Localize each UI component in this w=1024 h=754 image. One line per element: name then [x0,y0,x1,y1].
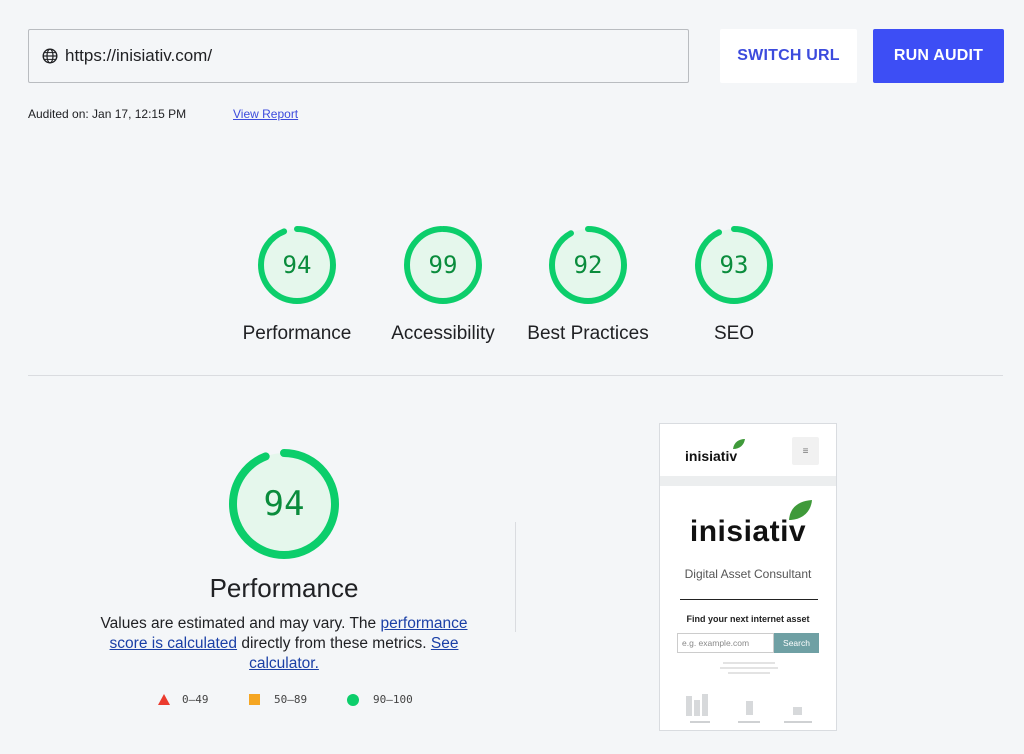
thumb-band [660,476,836,486]
switch-url-button[interactable]: SWITCH URL [720,29,857,83]
run-audit-button[interactable]: RUN AUDIT [873,29,1004,83]
thumb-text-line [720,667,778,669]
score-ring: 92 [548,225,628,305]
thumb-text-line [728,672,770,674]
thumb-phone-icon [746,701,753,715]
legend-fail-label: 0–49 [182,693,209,706]
legend-fail: 0–49 [158,693,209,706]
thumb-find-text: Find your next internet asset [686,614,810,624]
performance-description: Values are estimated and may vary. The p… [88,614,480,674]
leaf-icon [733,439,745,449]
thumb-search-button: Search [774,633,819,653]
legend-average: 50–89 [249,693,307,706]
score-label: SEO [713,323,755,344]
thumb-caption [690,721,710,723]
thumb-cart-icon [793,707,802,715]
section-divider [28,375,1003,376]
thumb-logo-small: inisiativ [685,448,738,464]
thumb-building-icon [694,700,700,716]
score-label: Accessibility [391,323,495,344]
triangle-icon [158,694,170,705]
thumb-header: inisiativ ≡ [660,424,836,476]
desc-text: directly from these metrics. [237,635,431,652]
score-value: 94 [282,251,312,279]
url-value: https://inisiativ.com/ [65,46,213,65]
score-label: Best Practices [527,323,649,344]
legend-pass-label: 90–100 [373,693,413,706]
circle-icon [347,693,359,706]
thumb-caption [738,721,760,723]
vertical-divider [515,522,516,632]
score-label: Performance [242,323,352,344]
score-value: 92 [573,251,603,279]
score-value: 93 [719,251,749,279]
legend-average-label: 50–89 [274,693,308,706]
performance-score-value: 94 [263,484,305,524]
score-ring: 93 [694,225,774,305]
score-gauge-seo[interactable]: 93 SEO [661,225,807,345]
performance-title: Performance [209,573,359,603]
thumb-search-input: e.g. example.com [677,633,774,653]
performance-gauge: 94 [228,448,340,560]
legend-pass: 90–100 [347,693,413,706]
thumb-text-line [723,662,775,664]
hamburger-menu-icon: ≡ [792,437,819,465]
desc-text: Values are estimated and may vary. The [100,615,381,632]
score-gauge-accessibility[interactable]: 99 Accessibility [370,225,516,345]
thumb-building-icon [686,696,692,716]
thumb-rule [680,599,818,600]
audited-on-text: Audited on: Jan 17, 12:15 PM [28,107,187,121]
score-ring: 99 [403,225,483,305]
score-ring: 94 [257,225,337,305]
square-icon [249,694,260,705]
thumb-logo-big: inisiativ [689,515,807,548]
url-input[interactable]: https://inisiativ.com/ [28,29,689,83]
score-gauge-best-practices[interactable]: 92 Best Practices [515,225,661,345]
thumb-caption [784,721,812,723]
score-gauge-performance[interactable]: 94 Performance [224,225,370,345]
thumb-tagline: Digital Asset Consultant [684,567,812,581]
globe-icon [42,48,58,64]
view-report-link[interactable]: View Report [233,107,298,121]
page-screenshot-thumbnail: inisiativ ≡ inisiativ Digital Asset Cons… [659,423,837,731]
thumb-building-icon [702,694,708,716]
score-value: 99 [428,251,458,279]
